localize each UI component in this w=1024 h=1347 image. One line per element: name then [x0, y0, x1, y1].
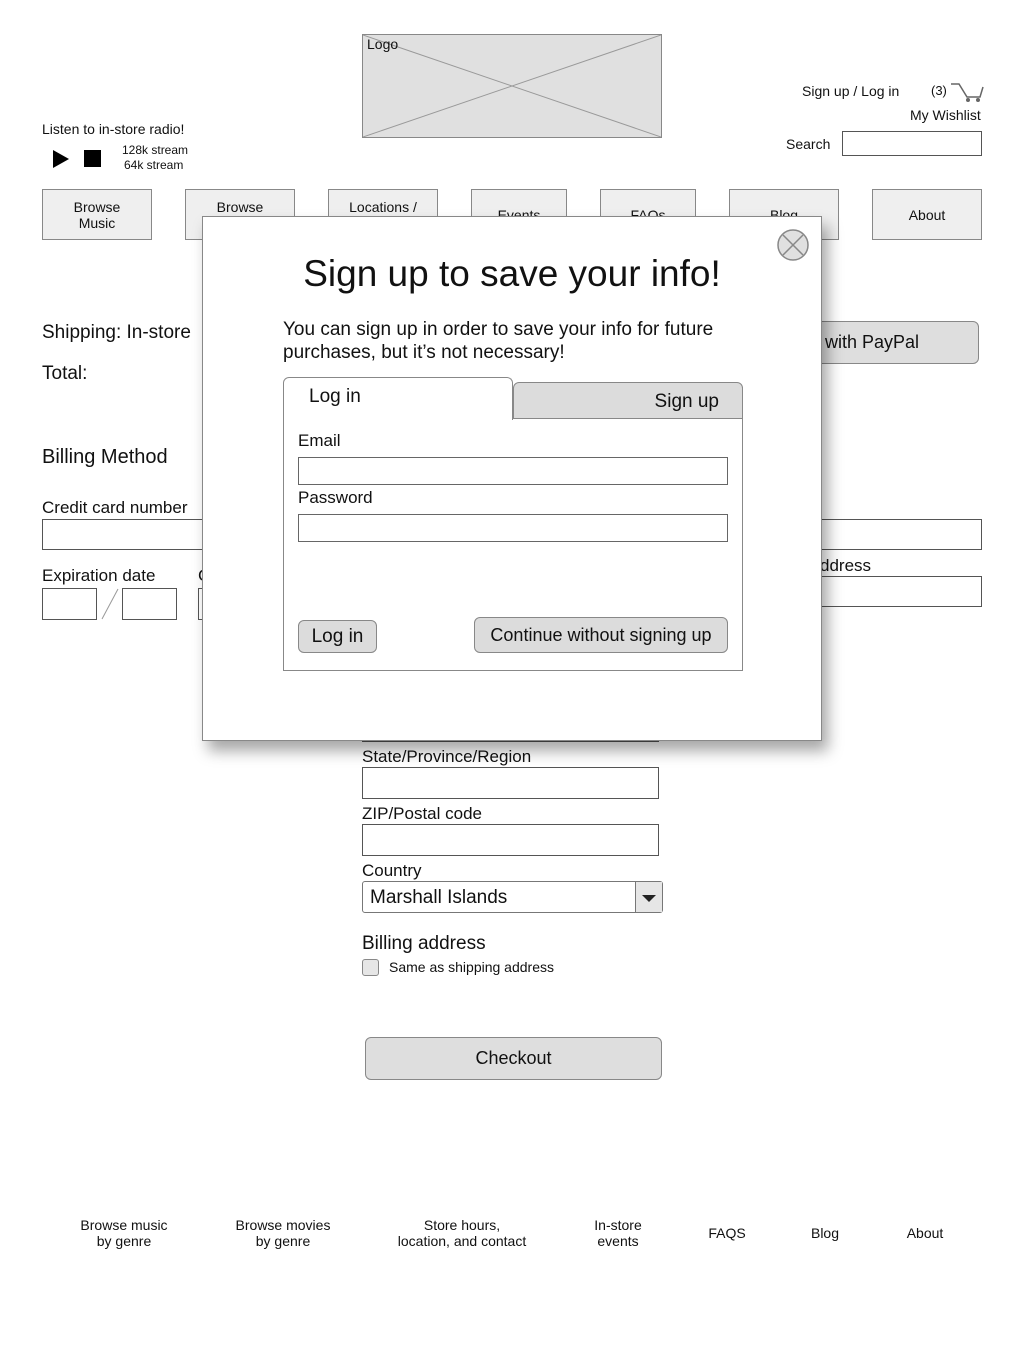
credit-card-label: Credit card number [42, 498, 188, 517]
same-as-shipping-checkbox[interactable] [362, 959, 379, 976]
logo-label: Logo [367, 36, 399, 52]
login-button[interactable]: Log in [298, 620, 377, 653]
email-label: Email [298, 431, 341, 450]
footer-faqs[interactable]: FAQS [708, 1225, 745, 1241]
zip-label: ZIP/Postal code [362, 804, 483, 823]
cart-count: (3) [931, 83, 947, 98]
wishlist-link[interactable]: My Wishlist [910, 107, 981, 123]
signup-modal: Sign up to save your info! You can sign … [202, 216, 822, 741]
continue-button-label: Continue without signing up [490, 624, 712, 645]
stream-128k-link[interactable]: 128k stream [122, 143, 188, 157]
email-field[interactable] [298, 457, 728, 485]
zip-input[interactable] [362, 824, 659, 856]
tab-login-label: Log in [309, 386, 361, 407]
search-input[interactable] [842, 131, 982, 156]
nav-about[interactable]: About [872, 189, 982, 240]
search-label: Search [786, 136, 831, 152]
logo-placeholder[interactable]: Logo [362, 34, 662, 138]
chevron-down-icon [642, 895, 656, 902]
password-label: Password [298, 488, 373, 507]
radio-title: Listen to in-store radio! [42, 121, 185, 137]
paypal-button-label: with PayPal [825, 332, 920, 352]
nav-browse-music[interactable]: Browse Music [42, 189, 152, 240]
checkout-button[interactable]: Checkout [365, 1037, 662, 1080]
tab-signup-label: Sign up [654, 391, 719, 412]
footer-browse-movies[interactable]: Browse movies by genre [236, 1217, 331, 1249]
play-icon[interactable] [52, 150, 70, 168]
stop-icon[interactable] [84, 150, 101, 167]
address-label-partial: ddress [820, 556, 872, 575]
country-select-toggle[interactable] [635, 882, 662, 912]
tab-signup[interactable]: Sign up [513, 382, 743, 419]
country-select-value: Marshall Islands [370, 887, 508, 908]
footer-in-store-events[interactable]: In-store events [594, 1217, 641, 1249]
shopping-cart-icon[interactable] [950, 83, 984, 103]
image-placeholder-icon [363, 35, 661, 137]
tab-login[interactable]: Log in [283, 377, 513, 420]
stream-64k-link[interactable]: 64k stream [124, 158, 183, 172]
country-label: Country [362, 861, 422, 880]
continue-without-signup-button[interactable]: Continue without signing up [474, 617, 728, 653]
modal-description: You can sign up in order to save your in… [283, 319, 714, 363]
expiration-year-input[interactable] [122, 588, 177, 620]
same-as-shipping-label: Same as shipping address [389, 959, 554, 975]
checkout-button-label: Checkout [475, 1048, 552, 1068]
login-button-label: Log in [311, 625, 364, 647]
password-field[interactable] [298, 514, 728, 542]
billing-address-heading: Billing address [362, 933, 486, 954]
signup-login-link[interactable]: Sign up / Log in [802, 83, 899, 99]
state-input[interactable] [362, 767, 659, 799]
modal-title: Sign up to save your info! [303, 253, 721, 294]
footer-about[interactable]: About [907, 1225, 944, 1241]
state-label: State/Province/Region [362, 747, 532, 766]
billing-method-heading: Billing Method [42, 446, 168, 468]
expiration-label: Expiration date [42, 566, 156, 585]
shipping-label: Shipping: In-store [42, 322, 191, 343]
total-label: Total: [42, 363, 88, 384]
date-separator [101, 588, 119, 620]
footer-browse-music[interactable]: Browse music by genre [80, 1217, 167, 1249]
expiration-month-input[interactable] [42, 588, 97, 620]
footer-store-hours[interactable]: Store hours, location, and contact [398, 1217, 526, 1249]
footer-blog[interactable]: Blog [811, 1225, 839, 1241]
country-select[interactable]: Marshall Islands [362, 881, 663, 913]
